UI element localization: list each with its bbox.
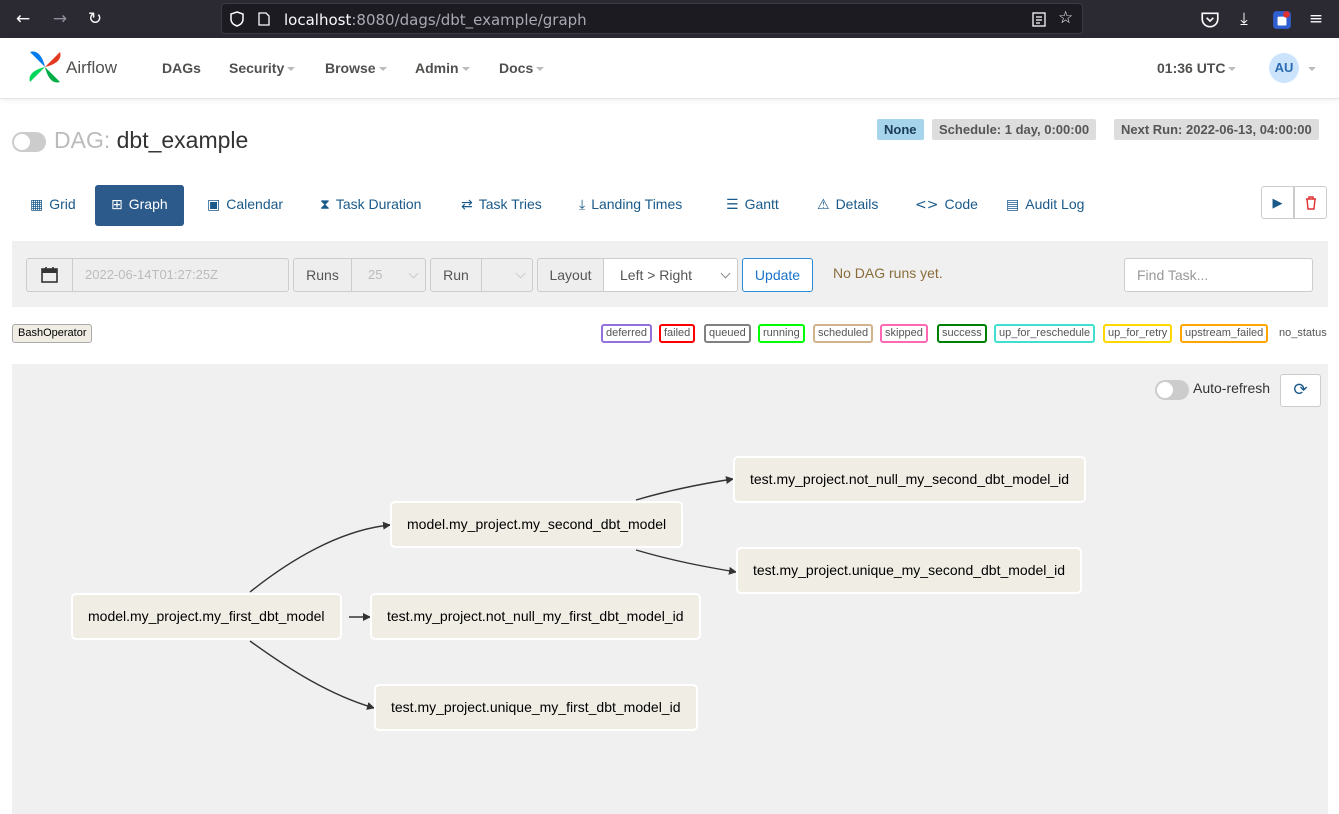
task-node-my-first-dbt-model[interactable]: model.my_project.my_first_dbt_model bbox=[71, 593, 342, 640]
task-node-not-null-first[interactable]: test.my_project.not_null_my_first_dbt_mo… bbox=[370, 593, 701, 640]
edge-first-to-second bbox=[249, 521, 391, 593]
task-node-my-second-dbt-model[interactable]: model.my_project.my_second_dbt_model bbox=[390, 501, 684, 548]
task-node-unique-first[interactable]: test.my_project.unique_my_first_dbt_mode… bbox=[374, 684, 698, 731]
edge-first-to-unique-first bbox=[249, 640, 375, 710]
task-node-unique-second[interactable]: test.my_project.unique_my_second_dbt_mod… bbox=[736, 547, 1083, 594]
task-node-not-null-second[interactable]: test.my_project.not_null_my_second_dbt_m… bbox=[733, 456, 1087, 503]
edge-second-to-unique-second bbox=[635, 549, 737, 575]
edge-second-to-not-null-second bbox=[635, 476, 734, 501]
